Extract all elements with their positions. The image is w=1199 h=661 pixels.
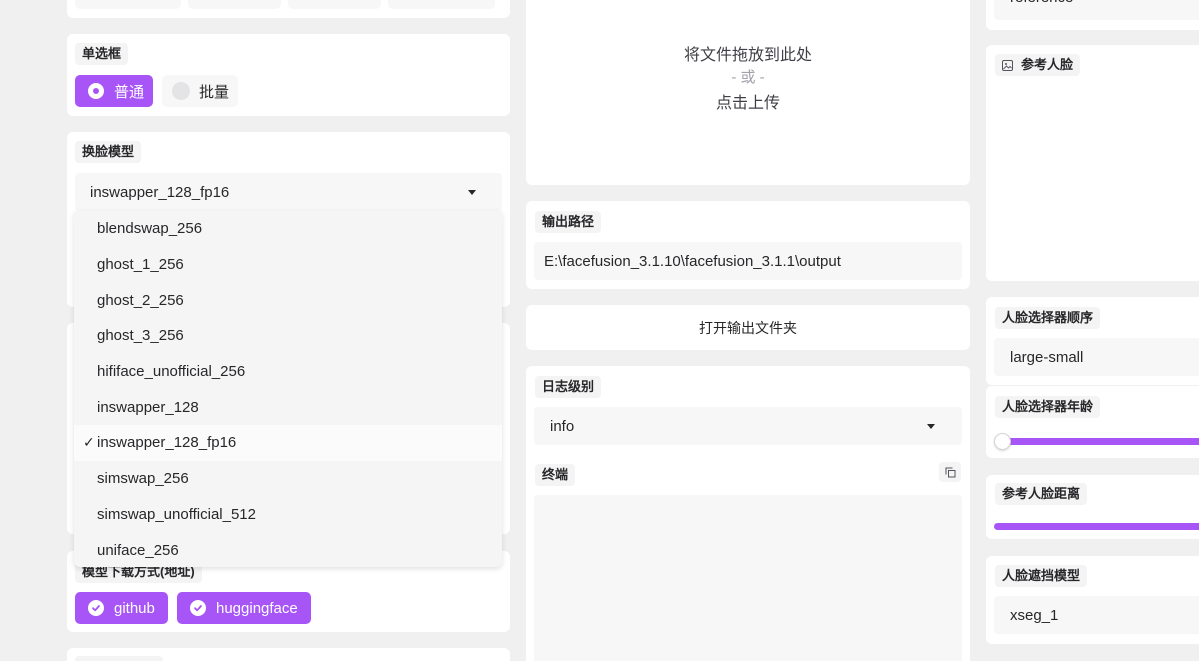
top-options-card [67,0,510,18]
upload-dropzone[interactable]: 将文件拖放到此处 - 或 - 点击上传 [526,0,970,185]
face-selector-age-slider-track[interactable] [1002,438,1199,445]
face-occluder-model-label: 人脸遮挡模型 [995,565,1088,587]
dropdown-option[interactable]: simswap_256 [74,461,502,497]
face-occluder-model-select[interactable]: xseg_1 [994,596,1199,634]
upload-text-3: 点击上传 [715,95,780,112]
dropdown-option-label: blendswap_256 [97,220,203,238]
open-output-folder-label: 打开输出文件夹 [699,319,797,336]
output-path-card: 输出路径 E:\facefusion_3.1.10\facefusion_3.1… [526,201,970,289]
reference-face-distance-card: 参考人脸距离 [986,475,1199,539]
reference-face-label: 参考人脸 [995,54,1081,76]
face-selector-mode-text: reference [1010,0,1073,6]
dropdown-option-label: ghost_1_256 [97,256,184,274]
log-level-value: info [550,417,575,435]
dropdown-option-label: inswapper_128 [97,398,199,416]
face-swap-model-select[interactable]: inswapper_128_fp16 [75,173,502,211]
top-option-3[interactable] [288,0,381,9]
dropdown-option[interactable]: blendswap_256 [74,211,502,247]
face-selector-order-select[interactable]: large-small [994,338,1199,376]
dropdown-option[interactable]: inswapper_128 [74,389,502,425]
radio-selected-icon [88,83,104,99]
dropdown-option-label: simswap_unofficial_512 [97,505,256,523]
right-top-card: reference [986,0,1199,30]
checkbox-huggingface-label: huggingface [216,599,298,617]
output-path-value: E:\facefusion_3.1.10\facefusion_3.1.1\ou… [544,252,841,270]
top-option-4[interactable] [388,0,495,9]
reference-face-distance-label: 参考人脸距离 [995,483,1088,505]
dropdown-option-label: inswapper_128_fp16 [97,434,237,452]
face-swap-model-dropdown: blendswap_256 ghost_1_256 ghost_2_256 gh… [74,211,502,567]
log-level-label: 日志级别 [535,376,602,398]
dropdown-option[interactable]: ghost_1_256 [74,247,502,283]
dropdown-option[interactable]: simswap_unofficial_512 [74,497,502,533]
reference-face-card: 参考人脸 [986,45,1199,281]
face-selector-age-card: 人脸选择器年龄 [986,386,1199,458]
dropdown-option-label: uniface_256 [97,541,179,559]
face-selector-mode-value[interactable]: reference [994,0,1199,20]
radio-option-batch[interactable]: 批量 [162,75,238,107]
dropdown-option[interactable]: ghost_2_256 [74,282,502,318]
dropdown-option[interactable]: uniface_256 [74,532,502,568]
checkbox-github-label: github [114,599,155,617]
radio-label: 单选框 [75,43,129,65]
face-occluder-model-value: xseg_1 [1010,606,1059,624]
log-level-select[interactable]: info [534,407,962,445]
open-output-folder-button[interactable]: 打开输出文件夹 [526,305,970,350]
terminal-output[interactable] [534,495,962,661]
radio-unselected-icon [172,82,190,100]
radio-option-normal[interactable]: 普通 [75,75,153,107]
chevron-down-icon [468,190,476,195]
checkbox-github[interactable]: github [75,592,168,624]
radio-option-batch-label: 批量 [199,83,230,101]
checkbox-huggingface[interactable]: huggingface [177,592,311,624]
output-path-input[interactable]: E:\facefusion_3.1.10\facefusion_3.1.1\ou… [534,242,962,280]
upload-text-1: 将文件拖放到此处 [683,47,812,64]
face-selector-age-label: 人脸选择器年龄 [995,396,1101,418]
radio-option-normal-label: 普通 [114,83,145,101]
chevron-down-icon [927,424,935,429]
reference-face-distance-slider-track[interactable] [994,523,1199,530]
checkmark-icon: ✓ [83,434,95,451]
dropdown-option[interactable]: hififace_unofficial_256 [74,354,502,390]
face-selector-order-label: 人脸选择器顺序 [995,307,1101,329]
image-icon [1002,59,1013,71]
reference-face-label-text: 参考人脸 [1021,57,1074,72]
face-swap-model-label: 换脸模型 [75,141,142,163]
radio-card: 单选框 普通 批量 [67,34,510,116]
output-path-label: 输出路径 [535,211,602,233]
face-selector-age-slider-handle[interactable] [994,433,1011,450]
dropdown-option-label: ghost_2_256 [97,291,184,309]
dropdown-option-label: hififace_unofficial_256 [97,363,246,381]
dropdown-option-label: ghost_3_256 [97,327,184,345]
log-terminal-card: 日志级别 info 终端 [526,366,970,661]
face-selector-order-card: 人脸选择器顺序 large-small [986,297,1199,385]
left-bottom-card [67,648,510,661]
face-selector-order-value: large-small [1010,348,1084,366]
terminal-label: 终端 [535,464,576,486]
check-icon [88,600,104,616]
top-option-2[interactable] [188,0,281,9]
check-icon [190,600,206,616]
dropdown-option[interactable]: ghost_3_256 [74,318,502,354]
face-occluder-model-card: 人脸遮挡模型 xseg_1 [986,556,1199,644]
left-bottom-label [75,656,163,661]
dropdown-option-label: simswap_256 [97,470,189,488]
upload-text-2: - 或 - [731,69,765,86]
top-option-1[interactable] [75,0,181,9]
dropdown-option-selected[interactable]: ✓ inswapper_128_fp16 [74,425,502,461]
copy-icon[interactable] [939,462,961,482]
face-swap-model-value: inswapper_128_fp16 [90,183,230,201]
